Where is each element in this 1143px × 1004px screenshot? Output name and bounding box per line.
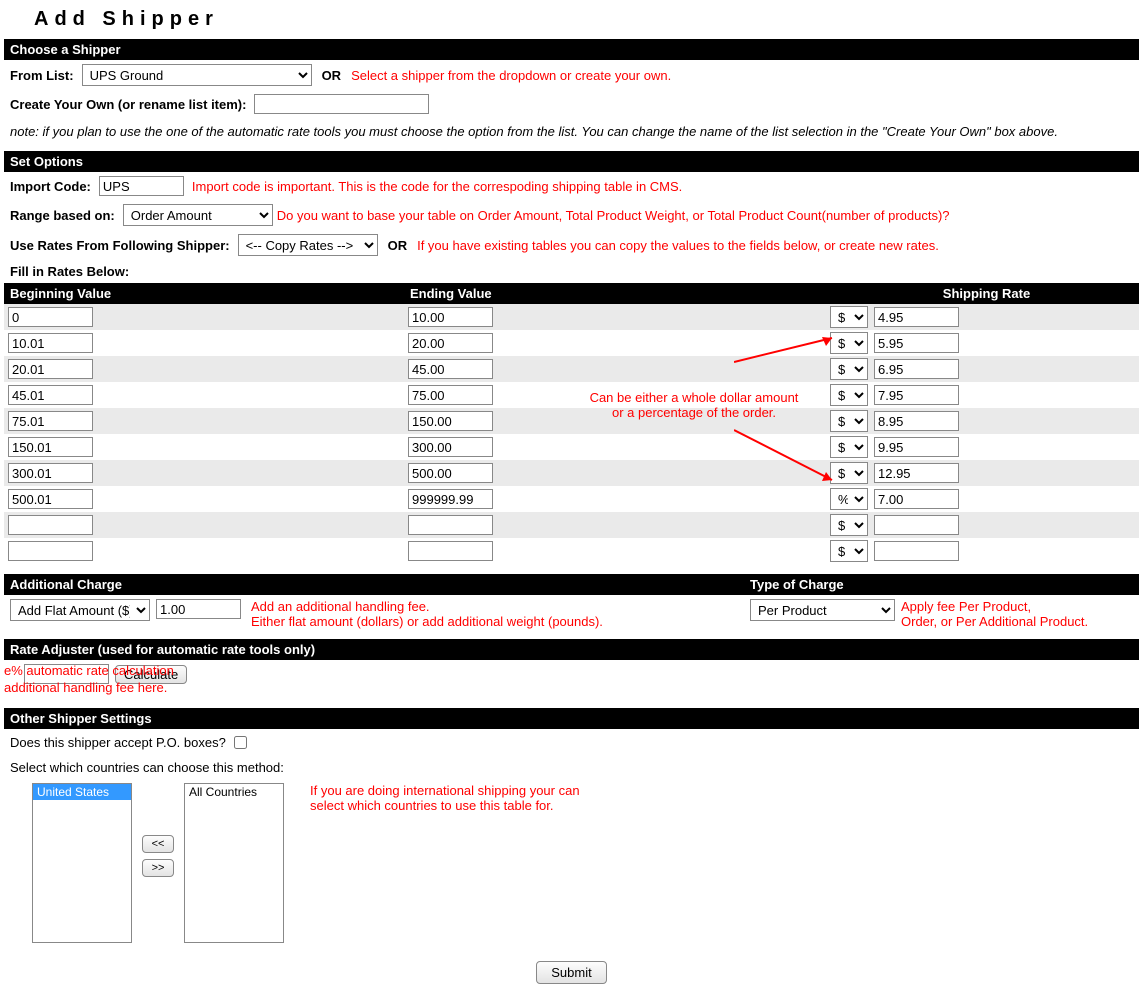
rate-value-input[interactable]	[874, 463, 959, 483]
create-own-label: Create Your Own (or rename list item):	[10, 97, 246, 112]
rate-unit-select[interactable]: $%	[830, 410, 868, 432]
rate-row: $%	[4, 486, 1139, 512]
rate-unit-select[interactable]: $%	[830, 332, 868, 354]
type-charge-select[interactable]: Per Product	[750, 599, 895, 621]
move-right-button[interactable]: >>	[142, 859, 174, 877]
rate-value-input[interactable]	[874, 359, 959, 379]
section-choose-shipper: Choose a Shipper	[4, 39, 1139, 60]
begin-value-input[interactable]	[8, 385, 93, 405]
rate-value-input[interactable]	[874, 489, 959, 509]
rate-unit-select[interactable]: $%	[830, 384, 868, 406]
end-value-input[interactable]	[408, 515, 493, 535]
section-set-options: Set Options	[4, 151, 1139, 172]
rates-header: Beginning Value Ending Value Shipping Ra…	[4, 283, 1139, 304]
annot-import: Import code is important. This is the co…	[192, 179, 682, 194]
section-rate-adjuster: Rate Adjuster (used for automatic rate t…	[4, 639, 1139, 660]
rate-unit-select[interactable]: $%	[830, 358, 868, 380]
type-charge-head: Type of Charge	[744, 574, 1139, 595]
end-value-input[interactable]	[408, 437, 493, 457]
available-countries-list[interactable]: All Countries	[184, 783, 284, 943]
addl-amount-input[interactable]	[156, 599, 241, 619]
col-end-header: Ending Value	[404, 283, 834, 304]
begin-value-input[interactable]	[8, 489, 93, 509]
from-list-select[interactable]: UPS Ground	[82, 64, 312, 86]
use-rates-select[interactable]: <-- Copy Rates -->	[238, 234, 378, 256]
begin-value-input[interactable]	[8, 333, 93, 353]
annot-use-rates: If you have existing tables you can copy…	[417, 238, 939, 253]
rate-value-input[interactable]	[874, 333, 959, 353]
begin-value-input[interactable]	[8, 411, 93, 431]
range-label: Range based on:	[10, 208, 115, 223]
end-value-input[interactable]	[408, 333, 493, 353]
begin-value-input[interactable]	[8, 307, 93, 327]
rate-value-input[interactable]	[874, 385, 959, 405]
page-title: Add Shipper	[34, 8, 1139, 31]
rate-row: $%	[4, 434, 1139, 460]
end-value-input[interactable]	[408, 463, 493, 483]
range-select[interactable]: Order Amount	[123, 204, 273, 226]
annot-range: Do you want to base your table on Order …	[277, 208, 950, 223]
addl-type-select[interactable]: Add Flat Amount ($)	[10, 599, 150, 621]
rate-row: $%	[4, 460, 1139, 486]
rate-unit-select[interactable]: $%	[830, 436, 868, 458]
rate-value-input[interactable]	[874, 307, 959, 327]
begin-value-input[interactable]	[8, 515, 93, 535]
rate-unit-select[interactable]: $%	[830, 306, 868, 328]
rates-container: Can be either a whole dollar amount or a…	[4, 304, 1139, 564]
end-value-input[interactable]	[408, 411, 493, 431]
list-item[interactable]: All Countries	[185, 784, 283, 800]
or-text-1: OR	[322, 68, 342, 83]
rate-row: $%	[4, 356, 1139, 382]
end-value-input[interactable]	[408, 489, 493, 509]
rate-unit-select[interactable]: $%	[830, 514, 868, 536]
col-rate-header: Shipping Rate	[834, 283, 1139, 304]
begin-value-input[interactable]	[8, 437, 93, 457]
rate-row: $%	[4, 304, 1139, 330]
rate-value-input[interactable]	[874, 541, 959, 561]
end-value-input[interactable]	[408, 307, 493, 327]
pobox-label: Does this shipper accept P.O. boxes?	[10, 735, 226, 750]
rate-row: $%	[4, 408, 1139, 434]
or-text-2: OR	[388, 238, 408, 253]
pobox-checkbox[interactable]	[234, 736, 247, 749]
list-item[interactable]: United States	[33, 784, 131, 800]
rate-row: $%	[4, 382, 1139, 408]
addl-charge-head: Additional Charge	[4, 574, 744, 595]
annot-countries: If you are doing international shipping …	[310, 783, 580, 813]
from-list-label: From List:	[10, 68, 74, 83]
end-value-input[interactable]	[408, 385, 493, 405]
countries-label: Select which countries can choose this m…	[10, 760, 284, 775]
begin-value-input[interactable]	[8, 359, 93, 379]
annot-shipper: Select a shipper from the dropdown or cr…	[351, 68, 671, 83]
rate-unit-select[interactable]: $%	[830, 488, 868, 510]
adjuster-overlay-annot: e% automatic rate calculation additional…	[4, 662, 174, 696]
end-value-input[interactable]	[408, 541, 493, 561]
rate-value-input[interactable]	[874, 515, 959, 535]
move-left-button[interactable]: <<	[142, 835, 174, 853]
selected-countries-list[interactable]: United States	[32, 783, 132, 943]
import-code-input[interactable]	[99, 176, 184, 196]
additional-charge-header: Additional Charge Type of Charge	[4, 574, 1139, 595]
rate-row: $%	[4, 512, 1139, 538]
begin-value-input[interactable]	[8, 463, 93, 483]
submit-button[interactable]: Submit	[536, 961, 606, 984]
rate-row: $%	[4, 538, 1139, 564]
import-code-label: Import Code:	[10, 179, 91, 194]
section-other-settings: Other Shipper Settings	[4, 708, 1139, 729]
rate-value-input[interactable]	[874, 437, 959, 457]
annot-addl: Add an additional handling fee. Either f…	[251, 599, 603, 629]
rate-unit-select[interactable]: $%	[830, 462, 868, 484]
end-value-input[interactable]	[408, 359, 493, 379]
create-own-input[interactable]	[254, 94, 429, 114]
rate-row: $%	[4, 330, 1139, 356]
note-auto: note: if you plan to use the one of the …	[4, 118, 1139, 145]
col-begin-header: Beginning Value	[4, 283, 404, 304]
rate-unit-select[interactable]: $%	[830, 540, 868, 562]
rate-value-input[interactable]	[874, 411, 959, 431]
annot-type-charge: Apply fee Per Product, Order, or Per Add…	[901, 599, 1088, 629]
use-rates-label: Use Rates From Following Shipper:	[10, 238, 230, 253]
begin-value-input[interactable]	[8, 541, 93, 561]
fill-rates-label: Fill in Rates Below:	[10, 264, 129, 279]
